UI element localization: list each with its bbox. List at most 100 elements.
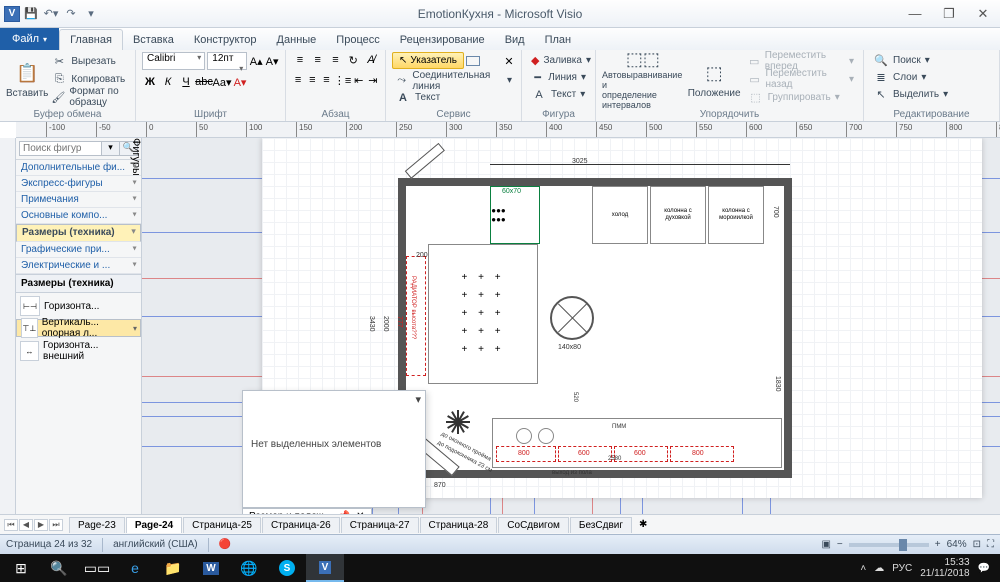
panel-pin-button[interactable]: 📌 (338, 511, 350, 514)
format-painter-button[interactable]: 🖌Формат по образцу (48, 89, 129, 106)
align-top-button[interactable]: ≡ (292, 52, 308, 68)
delete-tool-button[interactable]: ✕ (501, 53, 517, 69)
page-tab[interactable]: Page-23 (69, 517, 125, 533)
stencil-item[interactable]: ⊤⊥Вертикаль... опорная л... (16, 319, 141, 337)
auto-align-button[interactable]: ⬚⬚ Автовыравнивание и определение интерв… (602, 52, 684, 106)
size-position-footer[interactable]: Размер и полож... 📌 ✕ (242, 508, 372, 514)
table[interactable] (550, 296, 594, 340)
last-page-button[interactable]: ⏭ (49, 519, 63, 531)
tab-plan[interactable]: План (535, 30, 582, 50)
paste-button[interactable]: 📋 Вставить (6, 52, 48, 106)
clear-format-button[interactable]: A̸ (363, 52, 379, 68)
zoom-level[interactable]: 64% (947, 539, 967, 550)
explorer-button[interactable]: 📁 (154, 554, 192, 582)
page-tab[interactable]: Страница-26 (262, 517, 340, 533)
clock[interactable]: 15:33 21/11/2018 (920, 557, 969, 579)
shape-text-button[interactable]: AТекст▾ (528, 86, 589, 103)
visio-button[interactable]: V (306, 554, 344, 582)
fill-button[interactable]: ◆Заливка▾ (528, 52, 589, 69)
position-button[interactable]: ⬚ Положение (688, 52, 741, 106)
connector-tool-button[interactable]: ⤳Соединительная линия▾ (392, 72, 515, 89)
font-family-select[interactable]: Calibri (142, 52, 205, 70)
fridge-cabinet[interactable]: холод (592, 186, 648, 244)
page-tab[interactable]: Страница-27 (341, 517, 419, 533)
category-item[interactable]: Примечания (16, 192, 141, 208)
font-case-button[interactable]: Aa▾ (214, 74, 230, 90)
grow-font-button[interactable]: A▴ (249, 53, 263, 69)
size-position-panel[interactable]: ▾ Нет выделенных элементов (242, 390, 426, 508)
layers-button[interactable]: ≣Слои▾ (870, 69, 993, 86)
stencil-item[interactable]: ⊢⊣Горизонта... (16, 293, 141, 319)
tab-insert[interactable]: Вставка (123, 30, 184, 50)
sink-bowl[interactable] (538, 428, 554, 444)
freezer-column[interactable]: колонна с мороиилкой (708, 186, 764, 244)
category-item[interactable]: Графические при... (16, 242, 141, 258)
italic-button[interactable]: К (160, 74, 176, 90)
zoom-in-button[interactable]: + (935, 539, 941, 550)
send-back-button[interactable]: ▭Переместить назад▾ (745, 71, 857, 88)
select-button[interactable]: ↖Выделить▾ (870, 86, 993, 103)
notification-button[interactable]: 💬 (978, 563, 990, 574)
search-dropdown-button[interactable]: ▾ (102, 141, 120, 156)
category-item[interactable]: Электрические и ... (16, 258, 141, 274)
orientation-button[interactable]: ↻ (345, 52, 361, 68)
tray-up-button[interactable]: ˄ (860, 563, 866, 574)
rect-tool-button[interactable] (466, 56, 480, 66)
strike-button[interactable]: abc (196, 74, 212, 90)
word-button[interactable]: W (192, 554, 230, 582)
page-tab[interactable]: Page-24 (126, 517, 182, 533)
task-view-button[interactable]: ▭▭ (78, 554, 116, 582)
redo-button[interactable]: ↷ (62, 5, 80, 23)
category-item[interactable]: Экспресс-фигуры (16, 176, 141, 192)
category-item[interactable]: Основные компо... (16, 208, 141, 224)
page-tab[interactable]: СоСдвигом (498, 517, 569, 533)
oven-column[interactable]: колонна с духовкой (650, 186, 706, 244)
align-bottom-button[interactable]: ≡ (328, 52, 344, 68)
fullscreen-button[interactable]: ⛶ (987, 539, 994, 550)
cut-button[interactable]: ✂Вырезать (48, 53, 129, 70)
qat-customize[interactable]: ▾ (82, 5, 100, 23)
macro-record-button[interactable]: 🔴 (219, 539, 231, 550)
shrink-font-button[interactable]: A▾ (265, 53, 279, 69)
tray-lang[interactable]: РУС (892, 563, 912, 574)
onedrive-icon[interactable]: ☁ (874, 563, 884, 574)
zoom-out-button[interactable]: − (837, 539, 843, 550)
close-button[interactable]: ✕ (970, 6, 996, 22)
tab-design[interactable]: Конструктор (184, 30, 267, 50)
page-tab[interactable]: Страница-28 (420, 517, 498, 533)
next-page-button[interactable]: ▶ (34, 519, 48, 531)
font-size-select[interactable]: 12пт (207, 52, 247, 70)
tab-process[interactable]: Процесс (326, 30, 389, 50)
view-fullscreen-button[interactable]: ▣ (821, 539, 830, 550)
align-center-button[interactable]: ≡ (306, 72, 318, 88)
tab-home[interactable]: Главная (59, 29, 123, 50)
tab-view[interactable]: Вид (495, 30, 535, 50)
find-button[interactable]: 🔍Поиск▾ (870, 52, 993, 69)
floor-plan[interactable]: 3025 ●●●●●● 60x70 холод колонна с духовк… (372, 156, 802, 492)
chrome-button[interactable]: 🌐 (230, 554, 268, 582)
bullets-button[interactable]: ⋮≡ (335, 72, 351, 88)
language-indicator[interactable]: английский (США) (113, 539, 198, 550)
panel-close-button[interactable]: ▾ (415, 393, 421, 406)
start-button[interactable]: ⊞ (2, 554, 40, 582)
page-indicator[interactable]: Страница 24 из 32 (6, 539, 92, 550)
underline-button[interactable]: Ч (178, 74, 194, 90)
line-button[interactable]: ━Линия▾ (528, 69, 589, 86)
category-item[interactable]: Размеры (техника) (16, 224, 141, 242)
edge-button[interactable]: e (116, 554, 154, 582)
file-tab[interactable]: Файл (0, 28, 59, 50)
floor-drain[interactable] (446, 410, 470, 434)
tab-review[interactable]: Рецензирование (390, 30, 495, 50)
bring-forward-button[interactable]: ▭Переместить вперед▾ (745, 53, 857, 70)
sink-bowl[interactable] (516, 428, 532, 444)
page-tab[interactable]: Страница-25 (183, 517, 261, 533)
island[interactable]: + + ++ + ++ + ++ + ++ + + (428, 244, 538, 384)
first-page-button[interactable]: ⏮ (4, 519, 18, 531)
font-color-button[interactable]: A▾ (232, 74, 248, 90)
pointer-tool-button[interactable]: ↖Указатель (392, 52, 464, 69)
prev-page-button[interactable]: ◀ (19, 519, 33, 531)
skype-button[interactable]: S (268, 554, 306, 582)
bold-button[interactable]: Ж (142, 74, 158, 90)
align-right-button[interactable]: ≡ (320, 72, 332, 88)
undo-button[interactable]: ↶▾ (42, 5, 60, 23)
